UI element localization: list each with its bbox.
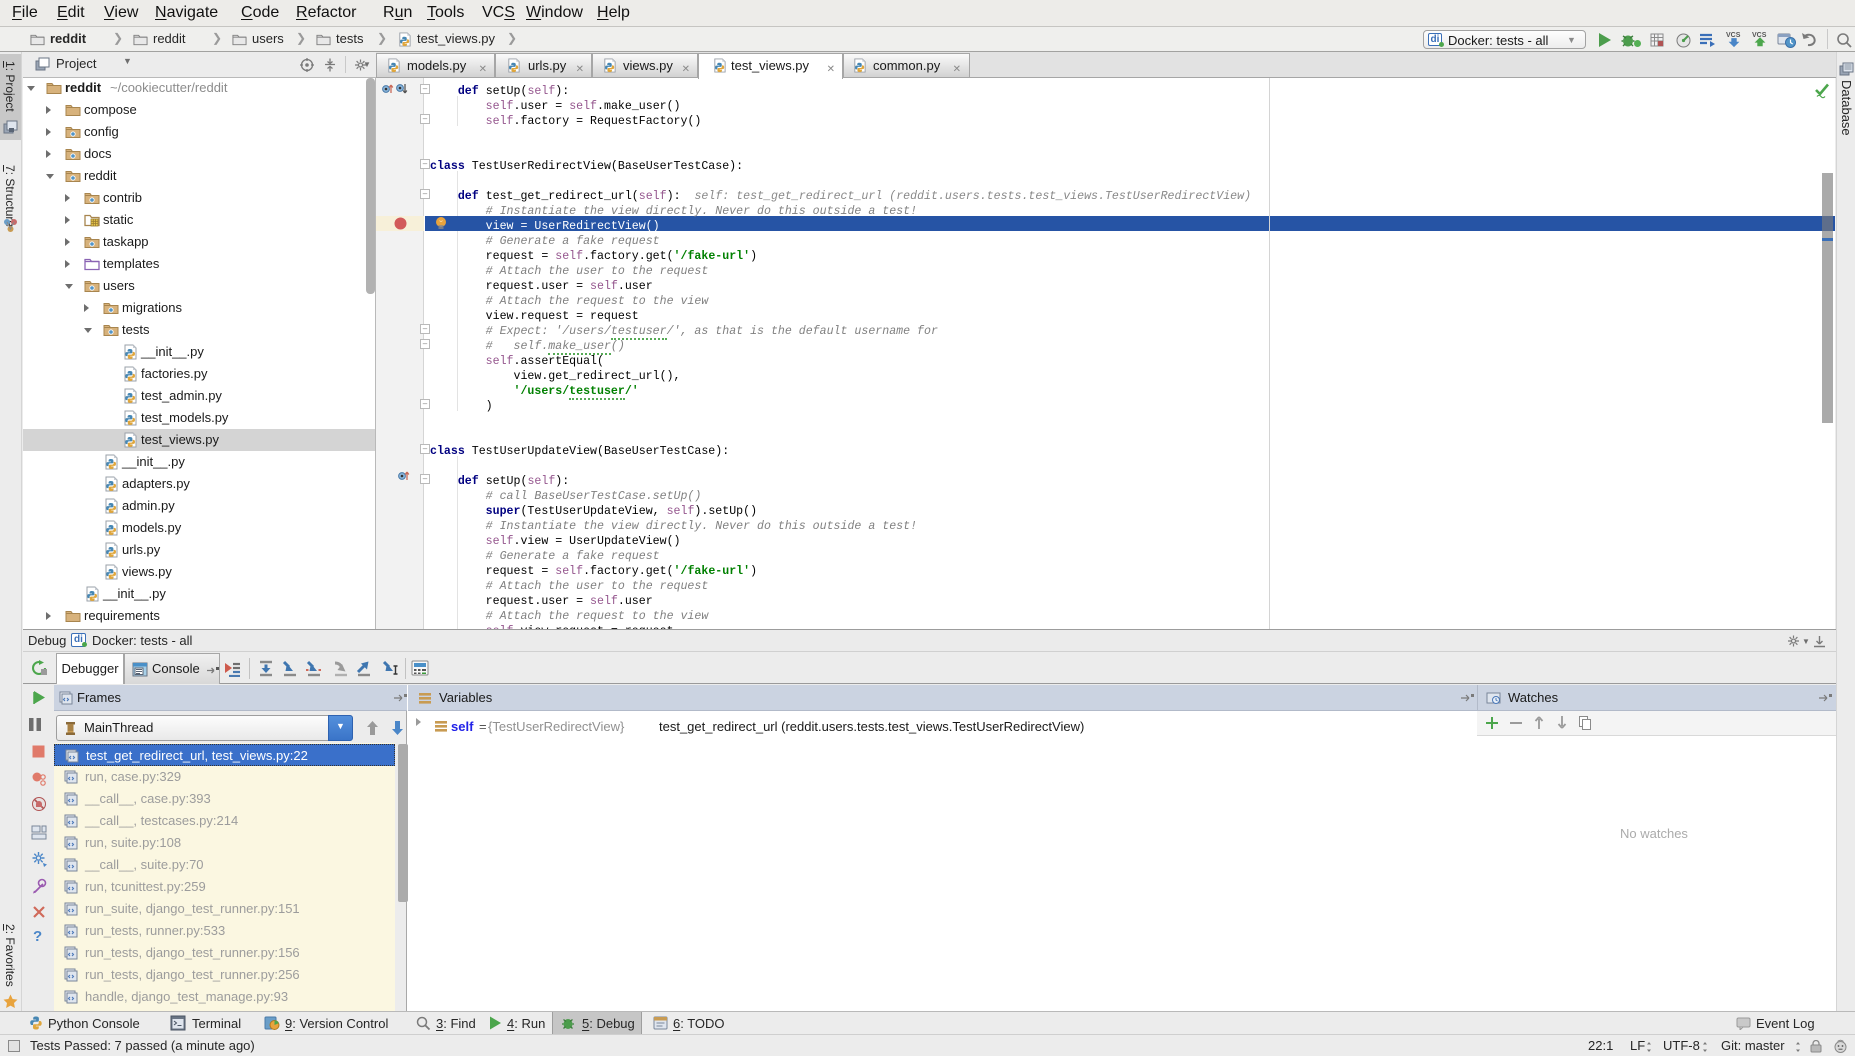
svg-text:VCS: VCS [1726, 32, 1741, 39]
